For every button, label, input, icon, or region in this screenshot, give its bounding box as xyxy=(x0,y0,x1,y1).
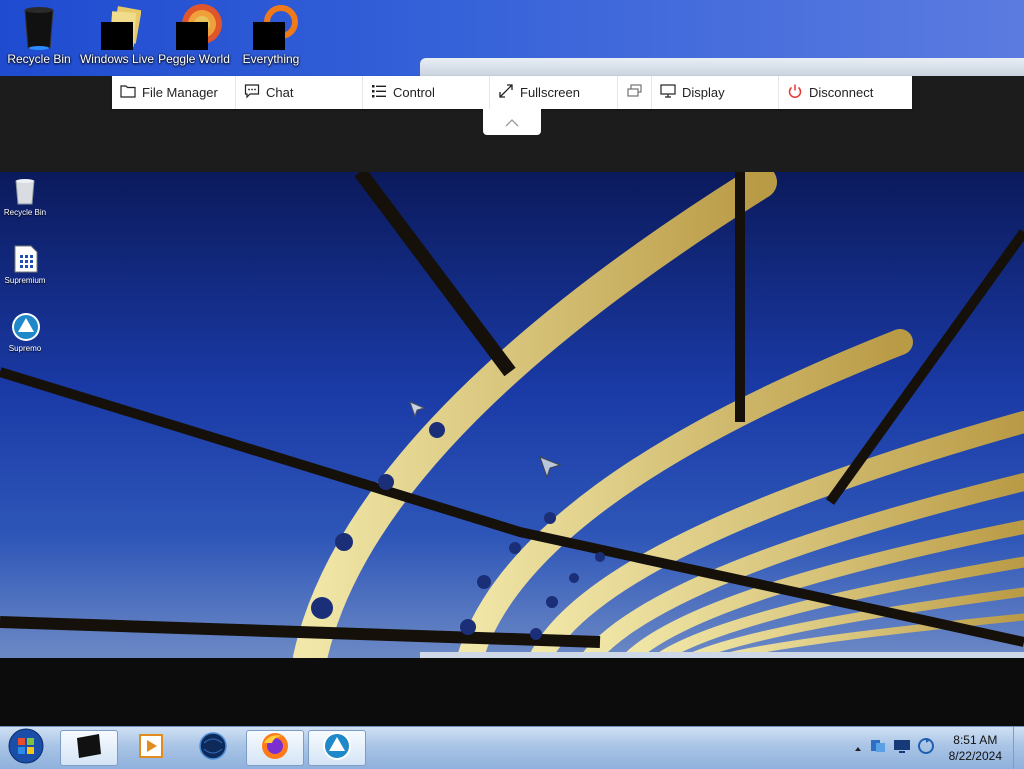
chevron-up-icon[interactable] xyxy=(853,739,863,758)
black-window-icon xyxy=(73,732,105,764)
remote-viewer-bottom-area xyxy=(0,658,1024,726)
remote-desktop-screen[interactable]: Recycle Bin Supremium Supremo xyxy=(0,172,1024,658)
recycle-bin-icon xyxy=(19,4,59,50)
remote-icon-supremo[interactable]: Supremo xyxy=(2,312,48,353)
clock-date: 8/22/2024 xyxy=(948,749,1002,763)
disconnect-label: Disconnect xyxy=(809,85,874,100)
remote-toolbar: File Manager Chat Control Fullscreen Dis… xyxy=(112,76,912,109)
control-label: Control xyxy=(393,85,435,100)
remote-icon-supremium[interactable]: Supremium xyxy=(2,244,48,285)
expand-icon xyxy=(498,83,514,102)
list-icon xyxy=(371,83,387,102)
chat-icon xyxy=(244,83,260,102)
taskbar-app-media-player[interactable] xyxy=(122,730,180,766)
control-button[interactable]: Control xyxy=(363,76,490,109)
file-manager-label: File Manager xyxy=(142,85,218,100)
host-icon-label: Everything xyxy=(242,52,300,66)
globe-icon xyxy=(198,731,228,765)
host-icon-label: Peggle World xyxy=(158,52,230,66)
host-icon-windows-live[interactable]: Windows Live xyxy=(79,4,155,66)
everything-icon xyxy=(251,4,298,54)
windows-live-icon xyxy=(97,4,142,54)
host-icon-everything[interactable]: Everything xyxy=(233,4,309,66)
calculator-icon xyxy=(11,244,39,274)
taskbar-app-globe[interactable] xyxy=(184,730,242,766)
host-icon-label: Recycle Bin xyxy=(7,52,71,66)
remote-wallpaper-bridge xyxy=(0,172,1024,658)
host-icon-label: Windows Live xyxy=(79,52,155,66)
switch-monitor-button[interactable] xyxy=(618,76,652,109)
supremo-icon xyxy=(322,731,352,765)
remote-cursor-icon xyxy=(408,400,426,422)
clock-time: 8:51 AM xyxy=(953,733,998,747)
cursor-icon xyxy=(538,455,562,483)
chat-button[interactable]: Chat xyxy=(236,76,363,109)
monitor-icon xyxy=(660,83,676,102)
switch-monitor-icon xyxy=(626,83,643,102)
system-tray: 8:51 AM 8/22/2024 xyxy=(853,727,1012,769)
show-desktop-button[interactable] xyxy=(1013,727,1024,769)
toolbar-collapse-button[interactable] xyxy=(483,109,541,135)
disconnect-button[interactable]: Disconnect xyxy=(779,76,912,109)
firefox-icon xyxy=(260,731,290,765)
host-icon-recycle-bin[interactable]: Recycle Bin xyxy=(1,4,77,66)
taskbar-app-supremo[interactable] xyxy=(308,730,366,766)
start-button[interactable] xyxy=(4,727,48,769)
file-manager-button[interactable]: File Manager xyxy=(112,76,236,109)
clock[interactable]: 8:51 AM 8/22/2024 xyxy=(949,732,1002,764)
taskbar-app-black-window[interactable] xyxy=(60,730,118,766)
fullscreen-button[interactable]: Fullscreen xyxy=(490,76,618,109)
display-label: Display xyxy=(682,85,725,100)
chat-label: Chat xyxy=(266,85,294,100)
power-icon xyxy=(787,83,803,102)
media-player-icon xyxy=(137,732,165,764)
windows-start-icon xyxy=(7,727,45,769)
remote-icon-label: Recycle Bin xyxy=(3,208,47,217)
remote-icon-recycle-bin[interactable]: Recycle Bin xyxy=(2,176,48,217)
monitor-icon[interactable] xyxy=(893,737,911,759)
folder-icon xyxy=(120,83,136,102)
peggle-world-icon xyxy=(174,4,222,54)
taskbar: 8:51 AM 8/22/2024 xyxy=(0,726,1024,769)
supremo-icon xyxy=(11,312,40,342)
fullscreen-label: Fullscreen xyxy=(520,85,580,100)
host-icon-peggle-world[interactable]: Peggle World xyxy=(156,4,232,66)
taskbar-app-firefox[interactable] xyxy=(246,730,304,766)
network-icon[interactable] xyxy=(869,737,887,759)
remote-icon-label: Supremo xyxy=(8,344,42,353)
remote-icon-label: Supremium xyxy=(4,276,46,285)
display-button[interactable]: Display xyxy=(652,76,779,109)
sync-icon[interactable] xyxy=(917,737,935,759)
chevron-up-icon xyxy=(504,113,520,132)
remote-window-titlebar xyxy=(420,58,1024,76)
recycle-bin-icon xyxy=(11,176,39,206)
